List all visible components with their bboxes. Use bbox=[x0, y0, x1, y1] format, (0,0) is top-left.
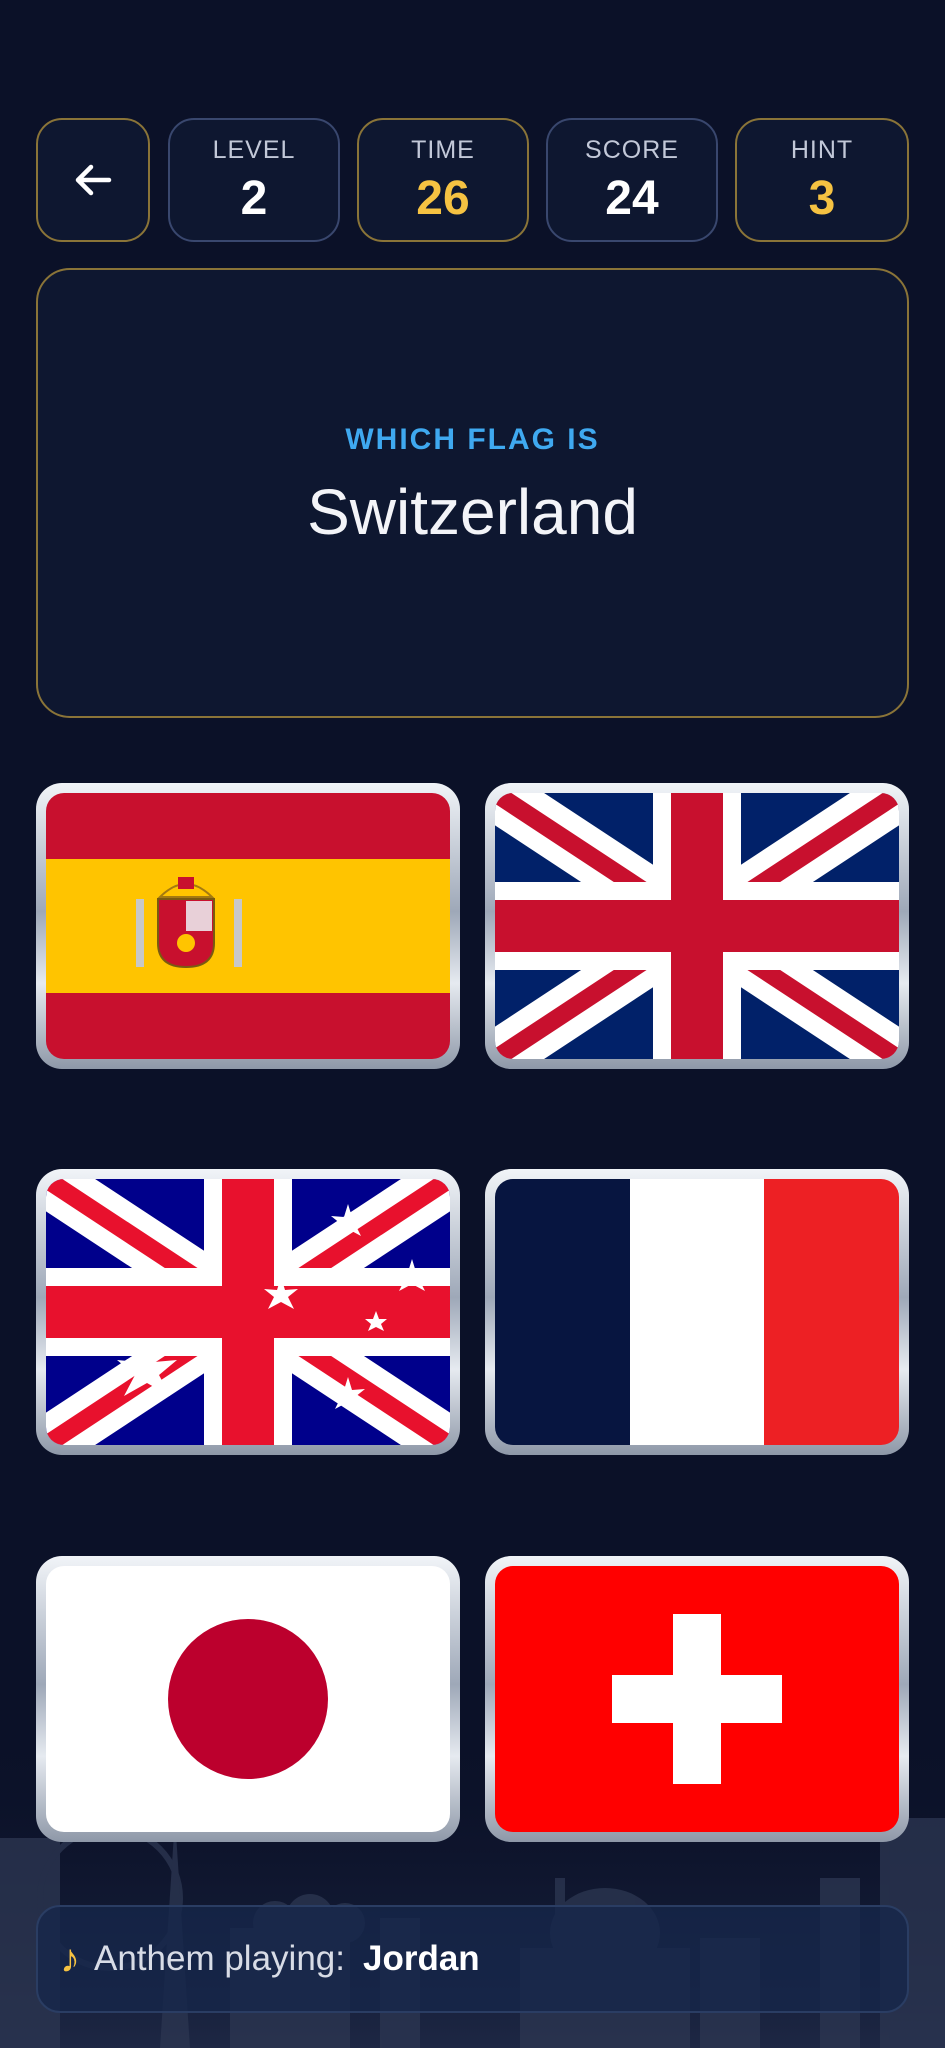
united-kingdom-flag bbox=[495, 793, 899, 1059]
option-spain[interactable] bbox=[36, 783, 460, 1069]
music-note-icon: ♪ bbox=[60, 1936, 80, 1981]
australia-flag bbox=[46, 1179, 450, 1445]
switzerland-flag bbox=[495, 1566, 899, 1832]
anthem-bar: ♪ Anthem playing: Jordan bbox=[36, 1905, 909, 2013]
japan-flag bbox=[46, 1566, 450, 1832]
score-value: 24 bbox=[605, 172, 659, 225]
score-label: SCORE bbox=[585, 136, 679, 164]
level-value: 2 bbox=[240, 172, 268, 225]
hint-button[interactable]: HINT 3 bbox=[735, 118, 909, 242]
level-label: LEVEL bbox=[212, 136, 296, 164]
hint-value: 3 bbox=[808, 172, 836, 225]
option-japan[interactable] bbox=[36, 1556, 460, 1842]
anthem-country: Jordan bbox=[362, 1939, 480, 1978]
option-australia[interactable] bbox=[36, 1169, 460, 1455]
option-united-kingdom[interactable] bbox=[485, 783, 909, 1069]
question-country: Switzerland bbox=[307, 476, 638, 548]
time-stat: TIME 26 bbox=[357, 118, 529, 242]
hint-label: HINT bbox=[790, 136, 854, 164]
time-value: 26 bbox=[416, 172, 470, 225]
option-france[interactable] bbox=[485, 1169, 909, 1455]
option-switzerland[interactable] bbox=[485, 1556, 909, 1842]
score-stat: SCORE 24 bbox=[546, 118, 718, 242]
level-stat: LEVEL 2 bbox=[168, 118, 340, 242]
spain-flag bbox=[46, 793, 450, 1059]
question-prompt: WHICH FLAG IS bbox=[345, 423, 600, 456]
france-flag bbox=[495, 1179, 899, 1445]
anthem-label: Anthem playing: bbox=[94, 1939, 345, 1978]
arrow-left-icon bbox=[75, 164, 112, 196]
back-button[interactable] bbox=[36, 118, 150, 242]
time-label: TIME bbox=[411, 136, 475, 164]
question-card: WHICH FLAG IS Switzerland bbox=[36, 268, 909, 718]
